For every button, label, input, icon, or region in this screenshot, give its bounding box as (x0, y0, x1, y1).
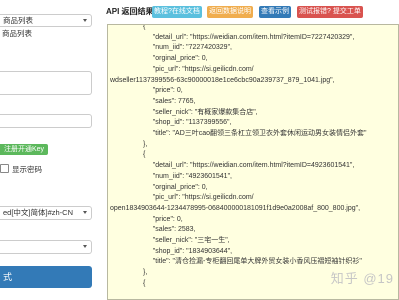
view-example-button[interactable]: 查看示例 (259, 6, 291, 18)
result-toolbar: API 返回结果 教程?在线文档 返回数据说明 查看示例 测试报错? 提交工单 (101, 0, 399, 22)
result-title: API 返回结果 (106, 7, 154, 16)
json-line: "seller_nick": "有概家爆款集合店", (110, 108, 258, 116)
json-line: "shop_id": "1137399556", (110, 119, 232, 127)
json-line: { (110, 151, 146, 159)
json-line: "title": "AD三叶cao翻领三条杠立领卫衣外套休闲运动男女装情侣外套" (110, 130, 367, 138)
json-line: { (110, 24, 146, 30)
json-result-text: { "detail_url": "https://weidian.com/ite… (110, 24, 398, 290)
json-line: wdseller1137399556-63c90000018e1ce6cbc90… (110, 76, 335, 84)
json-line: "orginal_price": 0, (110, 183, 208, 191)
json-line: "sales": 7765, (110, 97, 196, 105)
json-result-box[interactable]: { "detail_url": "https://weidian.com/ite… (107, 24, 399, 300)
json-line: "price": 0, (110, 87, 183, 95)
online-docs-button[interactable]: 教程?在线文档 (152, 6, 202, 18)
result-panel: API 返回结果 教程?在线文档 返回数据说明 查看示例 测试报错? 提交工单 … (101, 0, 399, 300)
json-line: }, (110, 140, 148, 148)
json-line: "orginal_price": 0, (110, 55, 208, 63)
json-line: open1834903644-1234478995-06840000018109… (110, 204, 361, 212)
chevron-down-icon (83, 211, 87, 214)
register-key-button[interactable]: 注册开通Key (0, 144, 49, 155)
api-method-dropdown: 商品列表 (0, 29, 94, 39)
watermark: 知乎 @19 (330, 271, 394, 286)
chevron-down-icon (83, 19, 87, 22)
json-line: "price": 0, (110, 215, 183, 223)
json-line: "sales": 2583, (110, 226, 196, 234)
api-method-select-value: 商品列表 (3, 16, 33, 25)
test-submit-button[interactable]: 式 (0, 266, 92, 288)
json-line: "num_iid": "7227420329", (110, 44, 233, 52)
json-line: "detail_url": "https://weidian.com/item.… (110, 33, 355, 41)
language-select-value: ed[中文]简体]#zh-CN (3, 208, 74, 217)
format-select[interactable] (0, 240, 92, 254)
left-form-panel: 商品列表 商品列表 注册开通Key 显示密码 ed[中文]简体]#zh-CN 式 (0, 0, 97, 300)
api-key-input[interactable] (0, 114, 92, 128)
language-select[interactable]: ed[中文]简体]#zh-CN (0, 206, 92, 220)
show-password-label: 显示密码 (12, 165, 42, 174)
api-method-select[interactable]: 商品列表 (0, 14, 92, 27)
show-password-row: 显示密码 (0, 164, 42, 174)
json-line: "pic_url": "https://si.geilicdn.com/ (110, 194, 254, 202)
json-line: "num_iid": "4923601541", (110, 172, 233, 180)
json-line: "seller_nick": "三宅一生", (110, 237, 230, 245)
json-line: "pic_url": "https://si.geilicdn.com/ (110, 65, 254, 73)
chevron-down-icon (83, 245, 87, 248)
show-password-checkbox[interactable] (0, 164, 9, 173)
submit-ticket-button[interactable]: 测试报错? 提交工单 (297, 6, 363, 18)
dropdown-item[interactable]: 商品列表 (2, 29, 94, 39)
json-line: "title": "清仓捡漏-专柜翻回尾单大牌外贸女装小香风压褶短袖针织衫" (110, 258, 362, 266)
json-line: "detail_url": "https://weidian.com/item.… (110, 162, 355, 170)
response-fields-button[interactable]: 返回数据说明 (207, 6, 253, 18)
json-line: "shop_id": "1834903644", (110, 247, 233, 255)
params-textarea[interactable] (0, 71, 92, 95)
